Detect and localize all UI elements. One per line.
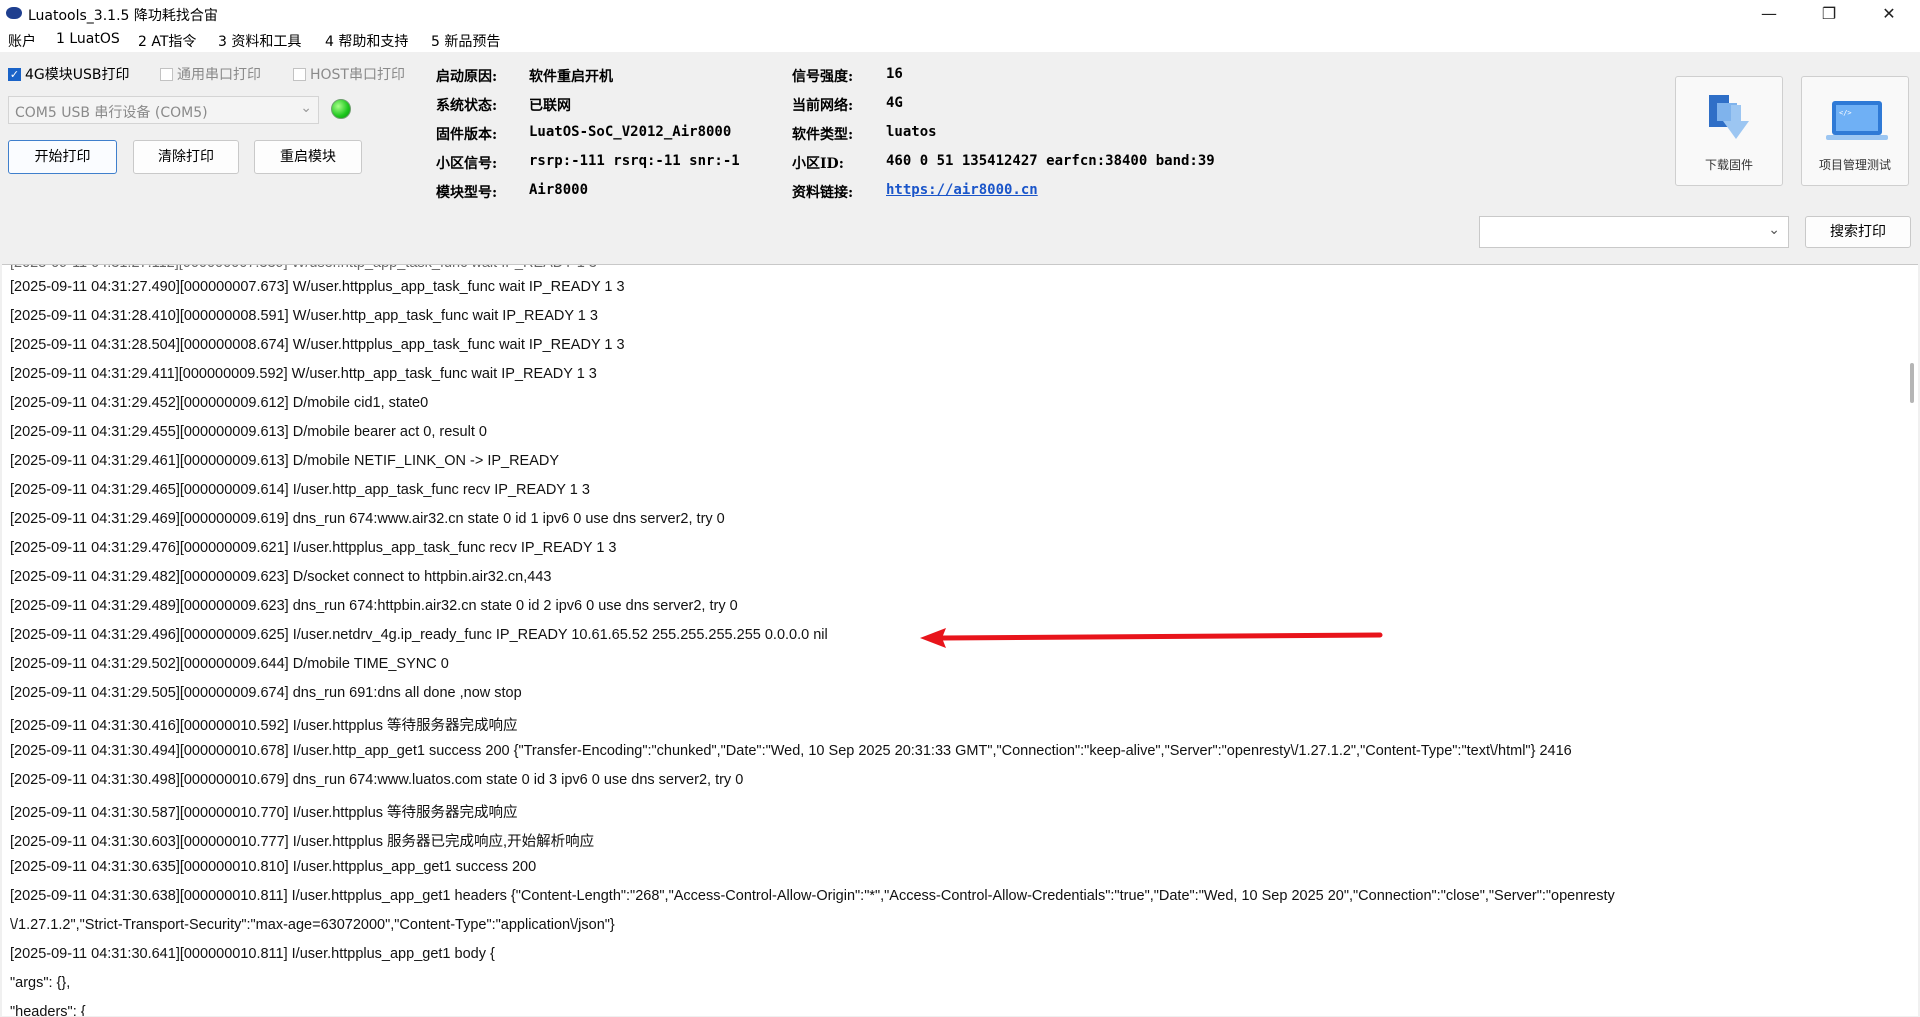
port-select[interactable]: COM5 USB 串行设备 (COM5) ⌄ [8,96,319,124]
checkbox-empty-icon [293,67,306,81]
cell-signal-label: 小区信号: [436,156,498,172]
svg-text:</>: </> [1839,109,1852,117]
cell-id-label: 小区ID: [792,156,844,172]
port-select-value: COM5 USB 串行设备 (COM5) [15,105,208,121]
checkbox-empty-icon [160,67,173,81]
menu-account[interactable]: 账户 [8,31,36,51]
network-label: 当前网络: [792,98,854,114]
module-model-value: Air8000 [529,182,589,198]
start-print-button[interactable]: 开始打印 [8,140,117,174]
clear-print-button[interactable]: 清除打印 [133,140,239,174]
serial-print-checkbox[interactable]: 通用串口打印 [160,64,261,84]
host-print-label: HOST串口打印 [310,67,405,83]
title-bar: Luatools_3.1.5 降功耗找合宙 — ❐ ✕ [0,0,1920,28]
signal-strength-label: 信号强度: [792,69,854,85]
system-state-value: 已联网 [529,98,571,114]
project-test-button[interactable]: </> 项目管理测试 [1801,76,1909,186]
close-icon[interactable]: ✕ [1866,0,1912,28]
system-state-label: 系统状态: [436,98,498,114]
menu-new-products[interactable]: 5 新品预告 [431,31,500,51]
signal-strength-value: 16 [886,66,903,82]
search-print-button[interactable]: 搜索打印 [1805,216,1911,248]
cell-signal-value: rsrp:-111 rsrq:-11 snr:-1 [529,153,740,169]
download-firmware-label: 下载固件 [1704,158,1753,172]
restore-icon[interactable]: ❐ [1806,0,1852,28]
firmware-label: 固件版本: [436,127,498,143]
menu-docs-tools[interactable]: 3 资料和工具 [218,31,301,51]
annotation-arrow-icon [920,628,1383,648]
network-value: 4G [886,95,903,111]
project-test-label: 项目管理测试 [1818,158,1891,172]
status-led-icon [331,99,351,119]
firmware-value: LuatOS-SoC_V2012_Air8000 [529,124,732,140]
menu-bar: 账户 1 LuatOS 2 AT指令 3 资料和工具 4 帮助和支持 5 新品预… [0,28,1920,52]
docs-link-label: 资料链接: [792,185,854,201]
docs-link[interactable]: https://air8000.cn [886,182,1038,198]
window-title: Luatools_3.1.5 降功耗找合宙 [28,8,218,24]
boot-reason-label: 启动原因: [436,69,498,85]
search-input[interactable]: ⌄ [1479,216,1789,248]
module-model-label: 模块型号: [436,185,498,201]
serial-print-label: 通用串口打印 [177,67,261,83]
cell-id-value: 460 0 51 135412427 earfcn:38400 band:39 [886,153,1215,169]
usb-print-label: 4G模块USB打印 [25,67,130,83]
laptop-code-icon: </> [1826,101,1888,140]
checkbox-checked-icon: ✓ [8,67,21,81]
download-firmware-button[interactable]: 下载固件 [1675,76,1783,186]
usb-print-checkbox[interactable]: ✓ 4G模块USB打印 [8,64,130,84]
menu-luatos[interactable]: 1 LuatOS [56,31,120,47]
scrollbar-thumb[interactable] [1910,363,1914,403]
boot-reason-value: 软件重启开机 [529,69,613,85]
restart-module-button[interactable]: 重启模块 [254,140,362,174]
log-scrollbar[interactable] [1904,265,1918,1016]
minimize-icon[interactable]: — [1746,0,1792,28]
software-type-value: luatos [886,124,937,140]
menu-help-support[interactable]: 4 帮助和支持 [325,31,408,51]
menu-at-commands[interactable]: 2 AT指令 [138,31,196,51]
app-logo-icon [6,7,22,19]
download-icon [1709,95,1749,139]
log-output[interactable]: [2025-09-11 04:31:27.112][000000007.339]… [2,264,1918,1016]
software-type-label: 软件类型: [792,127,854,143]
chevron-down-icon: ⌄ [1768,222,1780,238]
chevron-down-icon: ⌄ [300,100,312,116]
host-print-checkbox[interactable]: HOST串口打印 [293,64,405,84]
